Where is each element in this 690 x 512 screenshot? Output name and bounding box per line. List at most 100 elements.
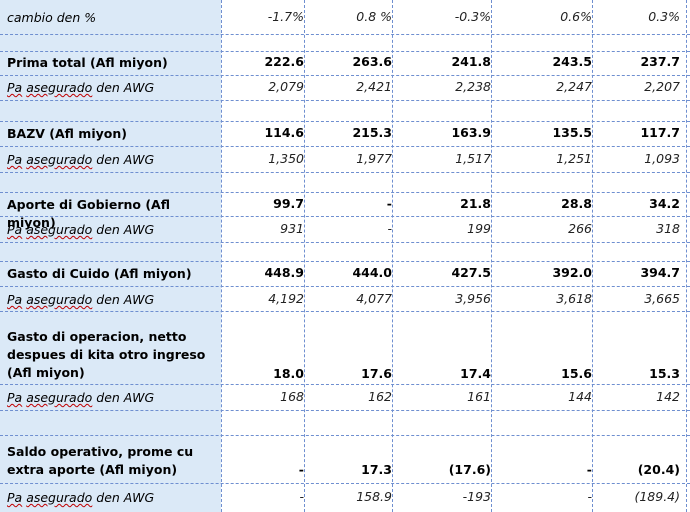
table-row: BAZV (Afl miyon) 114.6 215.3 163.9 135.5… [0,122,690,147]
cell: 3,665 [644,291,680,306]
cell: 162 [368,389,392,404]
cell: 427.5 [451,265,491,280]
table-row: Gasto di Cuido (Afl miyon) 448.9 444.0 4… [0,262,690,287]
cell: 17.6 [361,366,392,381]
cell: 392.0 [552,265,592,280]
cell: 4,077 [356,291,392,306]
cell: 158.9 [356,489,392,504]
cell: 237.7 [640,54,680,69]
cell: 163.9 [451,125,491,140]
table-row: Pa asegurado den AWG 168 162 161 144 142 [0,385,690,411]
cell: 1,093 [644,151,680,166]
cell: (189.4) [634,489,680,504]
table-row: Pa asegurado den AWG 931 - 199 266 318 [0,217,690,243]
cell: - [298,462,304,477]
cell: - [386,196,392,211]
cell: 199 [467,221,491,236]
blank-row [0,173,690,193]
table-row: Prima total (Afl miyon) 222.6 263.6 241.… [0,52,690,76]
column-divider [304,0,305,512]
row-label: Pa asegurado den AWG [7,292,155,307]
cell: 142 [656,389,680,404]
cell: 448.9 [264,265,304,280]
row-label: Pa asegurado den AWG [7,80,155,95]
cell: 3,618 [556,291,592,306]
cell: 21.8 [460,196,491,211]
cell: 394.7 [640,265,680,280]
cell: 2,238 [455,79,491,94]
row-label: Pa asegurado den AWG [7,152,155,167]
cell: 318 [656,221,680,236]
cell: 1,977 [356,151,392,166]
cell: 17.3 [361,462,392,477]
row-label: Prima total (Afl miyon) [7,55,168,70]
cell: 144 [568,389,592,404]
column-divider [592,0,593,512]
cell: - [299,489,304,504]
table-row: Saldo operativo, prome cu extra aporte (… [0,436,690,484]
table-row: Pa asegurado den AWG 1,350 1,977 1,517 1… [0,147,690,173]
table-row: Aporte di Gobierno (Afl miyon) 99.7 - 21… [0,193,690,230]
row-label: Pa asegurado den AWG [7,222,155,237]
blank-row [0,411,690,436]
column-divider [491,0,492,512]
cell: - [586,462,592,477]
cell: -1.7% [267,9,304,24]
column-divider [392,0,393,512]
cell: 243.5 [552,54,592,69]
cell: 34.2 [649,196,680,211]
cell: 99.7 [273,196,304,211]
cell: 168 [280,389,304,404]
cell: 1,517 [455,151,491,166]
cell: (20.4) [637,462,680,477]
cell: 1,251 [556,151,592,166]
cell: 18.0 [273,366,304,381]
cell: 222.6 [264,54,304,69]
cell: 931 [280,221,304,236]
cell: 2,079 [268,79,304,94]
cell: 4,192 [268,291,304,306]
cell: - [387,221,392,236]
spreadsheet: cambio den % -1.7% 0.8 % -0.3% 0.6% 0.3%… [0,0,690,512]
cell: 161 [467,389,491,404]
blank-row [0,243,690,262]
table-row: Pa asegurado den AWG 2,079 2,421 2,238 2… [0,76,690,101]
cell: 117.7 [640,125,680,140]
blank-row [0,35,690,52]
cell: 444.0 [352,265,392,280]
cell: 2,247 [556,79,592,94]
cell: 263.6 [352,54,392,69]
cell: 15.3 [649,366,680,381]
cell: 215.3 [352,125,392,140]
column-divider [221,0,222,512]
row-label: Saldo operativo, prome cu extra aporte (… [7,444,194,477]
cell: 0.8 % [356,9,392,24]
row-label: BAZV (Afl miyon) [7,126,127,141]
cell: -0.3% [454,9,491,24]
row-label: Gasto di Cuido (Afl miyon) [7,266,192,281]
table-row: cambio den % -1.7% 0.8 % -0.3% 0.6% 0.3% [0,0,690,35]
table-row: Pa asegurado den AWG 4,192 4,077 3,956 3… [0,287,690,312]
cell: 0.3% [648,9,680,24]
cell: 15.6 [561,366,592,381]
cell: 2,207 [644,79,680,94]
cell: 3,956 [455,291,491,306]
row-label: Pa asegurado den AWG [7,490,155,505]
cell: 17.4 [460,366,491,381]
row-label: Gasto di operacion, netto despues di kit… [7,329,206,380]
cell: 2,421 [356,79,392,94]
row-label: cambio den % [7,10,97,25]
cell: 266 [568,221,592,236]
blank-row [0,101,690,122]
cell: 28.8 [561,196,592,211]
cell: (17.6) [448,462,491,477]
cell: -193 [462,489,491,504]
table-row: Gasto di operacion, netto despues di kit… [0,312,690,385]
cell: - [587,489,592,504]
cell: 114.6 [264,125,304,140]
row-label: Pa asegurado den AWG [7,390,155,405]
cell: 241.8 [451,54,491,69]
cell: 135.5 [552,125,592,140]
cell: 1,350 [268,151,304,166]
table-row: Pa asegurado den AWG - 158.9 -193 - (189… [0,484,690,512]
